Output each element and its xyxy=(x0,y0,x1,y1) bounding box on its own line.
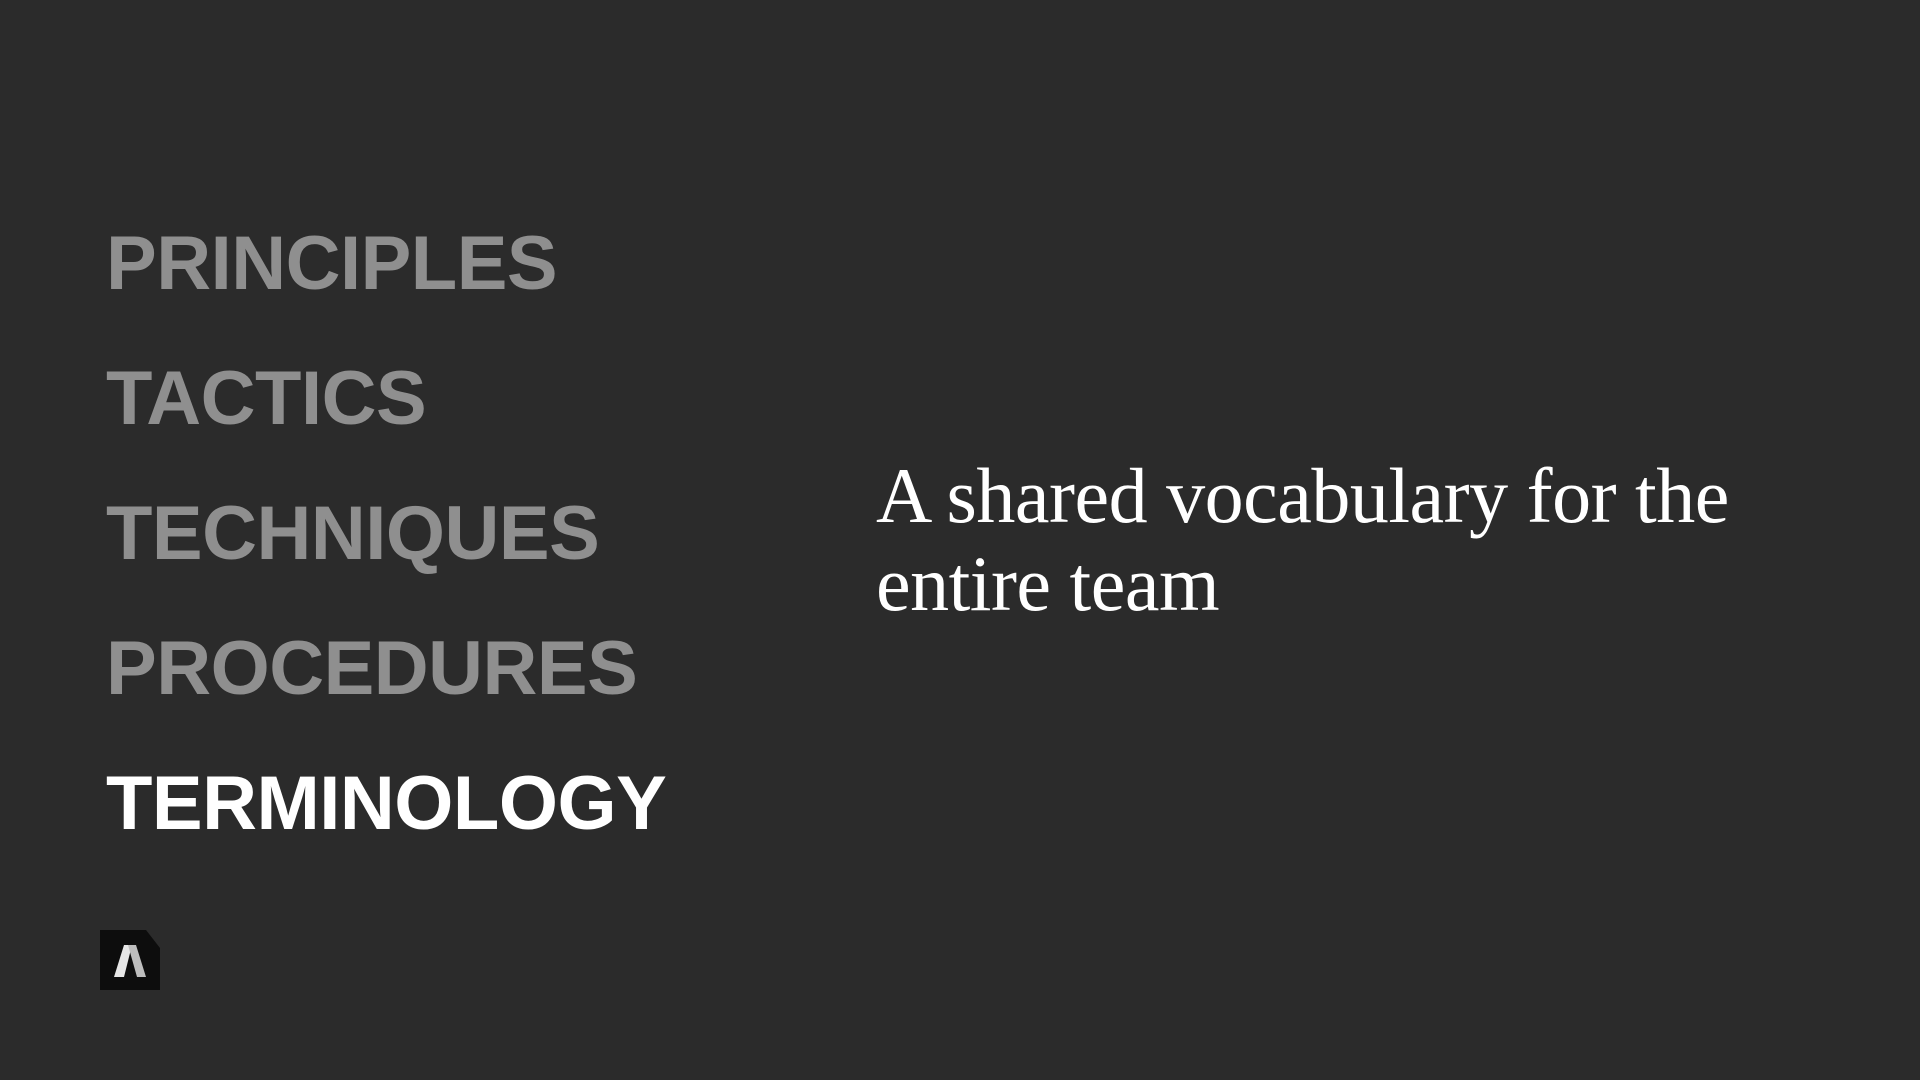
nav-item-terminology[interactable]: TERMINOLOGY xyxy=(106,736,667,871)
nav-item-techniques[interactable]: TECHNIQUES xyxy=(106,466,666,601)
nav-item-tactics[interactable]: TACTICS xyxy=(106,331,666,466)
section-nav: PRINCIPLES TACTICS TECHNIQUES PROCEDURES… xyxy=(106,196,667,871)
logo-a-icon xyxy=(100,930,160,990)
tagline: A shared vocabulary for the entire team xyxy=(876,452,1729,627)
nav-item-procedures[interactable]: PROCEDURES xyxy=(106,601,666,736)
nav-item-principles[interactable]: PRINCIPLES xyxy=(106,196,666,331)
